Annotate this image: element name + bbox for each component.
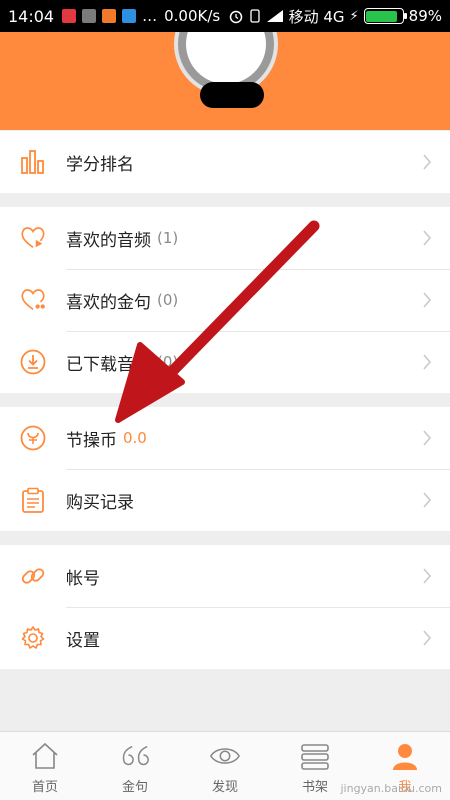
nav-quotes[interactable]: 金句 bbox=[90, 732, 180, 800]
list-item-label: 节操币 bbox=[66, 430, 117, 451]
chevron-right-icon bbox=[423, 354, 431, 370]
battery-percent: 89% bbox=[408, 7, 442, 25]
list-group: 帐号 设置 bbox=[0, 545, 450, 669]
profile-header bbox=[0, 32, 450, 130]
vibrate-icon bbox=[249, 9, 260, 23]
nav-label: 金句 bbox=[121, 780, 148, 795]
status-time: 14:04 bbox=[8, 6, 55, 26]
list-item-rank[interactable]: 学分排名 bbox=[0, 131, 450, 193]
coin-balance: 0.0 bbox=[123, 429, 147, 447]
chevron-right-icon bbox=[423, 630, 431, 646]
nav-home[interactable]: 首页 bbox=[0, 732, 90, 800]
nav-label: 发现 bbox=[211, 780, 238, 795]
chevron-right-icon bbox=[423, 492, 431, 508]
quote-icon bbox=[119, 740, 151, 772]
list-item-label: 帐号 bbox=[66, 568, 100, 589]
list-group: 喜欢的音频 (1) 喜欢的金句 (0) 已下载音频 (0) bbox=[0, 207, 450, 393]
list-item-label: 喜欢的金句 bbox=[66, 292, 151, 313]
signal-icon bbox=[266, 10, 283, 22]
bookshelf-icon bbox=[299, 740, 331, 772]
heart-quote-icon bbox=[20, 287, 46, 313]
list-item-label: 已下载音频 bbox=[66, 354, 151, 375]
list-item-fav-quote[interactable]: 喜欢的金句 (0) bbox=[0, 269, 450, 331]
bar-chart-icon bbox=[20, 149, 46, 175]
clipboard-icon bbox=[20, 487, 46, 513]
battery-level bbox=[366, 10, 398, 22]
alarm-icon bbox=[229, 10, 242, 24]
notification-app-icon bbox=[102, 9, 117, 23]
home-icon bbox=[29, 740, 61, 772]
list-item-purchase[interactable]: 购买记录 bbox=[0, 469, 450, 531]
nav-discover[interactable]: 发现 bbox=[180, 732, 270, 800]
watermark: jingyan.baidu.com bbox=[340, 782, 442, 795]
list-item-count: (1) bbox=[157, 229, 179, 247]
heart-play-icon bbox=[20, 225, 46, 251]
battery-icon bbox=[363, 8, 407, 24]
list-item-fav-audio[interactable]: 喜欢的音频 (1) bbox=[0, 207, 450, 269]
list-item-account[interactable]: 帐号 bbox=[0, 545, 450, 607]
list-item-label: 学分排名 bbox=[66, 154, 134, 175]
list-item-coins[interactable]: 节操币 0.0 bbox=[0, 407, 450, 469]
list-item-label: 设置 bbox=[66, 630, 100, 651]
chevron-right-icon bbox=[423, 568, 431, 584]
username-redacted bbox=[200, 82, 264, 108]
carrier: 移动 4G bbox=[288, 7, 345, 26]
gear-icon bbox=[20, 625, 46, 651]
chevron-right-icon bbox=[423, 430, 431, 446]
status-bar: 14:04 … 0.00K/s 移动 4G ⚡ 89% bbox=[0, 0, 450, 32]
notification-app-icon bbox=[82, 9, 97, 23]
more-notifications-icon: … bbox=[142, 7, 159, 25]
charging-icon: ⚡ bbox=[349, 8, 359, 24]
chevron-right-icon bbox=[423, 154, 431, 170]
user-icon bbox=[389, 740, 421, 772]
notification-app-icon bbox=[62, 9, 77, 23]
list-group: 节操币 0.0 购买记录 bbox=[0, 407, 450, 531]
notification-app-icon bbox=[122, 9, 137, 23]
list-item-label: 喜欢的音频 bbox=[66, 230, 151, 251]
chevron-right-icon bbox=[423, 230, 431, 246]
network-speed: 0.00K/s bbox=[164, 7, 221, 25]
list-item-count: (0) bbox=[157, 291, 179, 309]
chevron-right-icon bbox=[423, 292, 431, 308]
download-icon bbox=[20, 349, 46, 375]
link-icon bbox=[20, 563, 46, 589]
list-item-settings[interactable]: 设置 bbox=[0, 607, 450, 669]
eye-icon bbox=[209, 740, 241, 772]
list-item-downloads[interactable]: 已下载音频 (0) bbox=[0, 331, 450, 393]
list-group: 学分排名 bbox=[0, 131, 450, 193]
nav-label: 首页 bbox=[31, 780, 58, 795]
nav-label: 书架 bbox=[301, 780, 328, 795]
coin-icon bbox=[20, 425, 46, 451]
list-item-count: (0) bbox=[157, 353, 179, 371]
list-item-label: 购买记录 bbox=[66, 492, 134, 513]
